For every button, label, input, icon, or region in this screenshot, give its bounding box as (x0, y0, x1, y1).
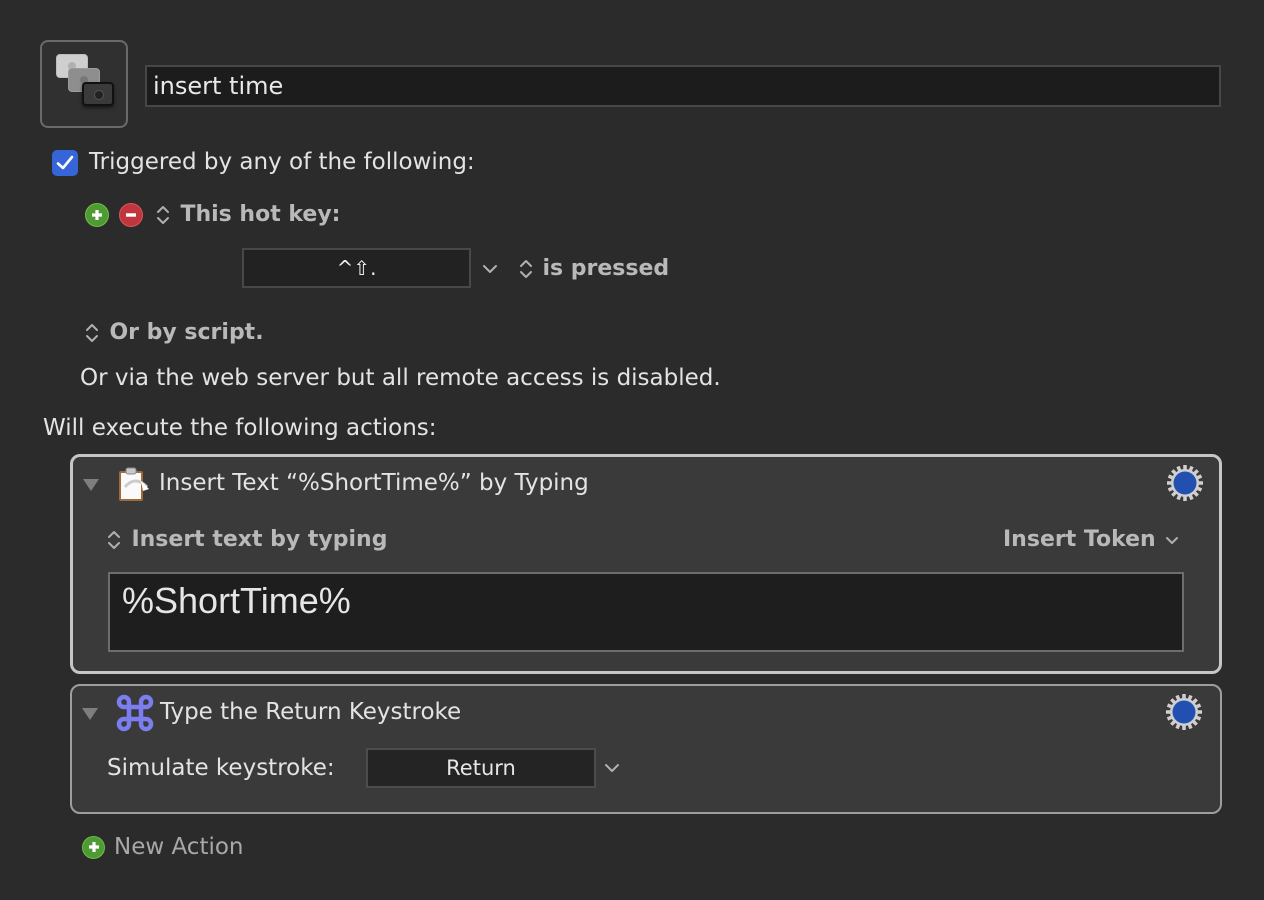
script-trigger-label: Or by script. (109, 320, 264, 345)
chevron-down-icon (483, 265, 497, 273)
action-gear-button[interactable] (1165, 463, 1205, 508)
disclosure-triangle-icon[interactable] (82, 708, 98, 720)
updown-chevron-icon (520, 259, 532, 278)
disclosure-triangle-icon[interactable] (83, 479, 99, 491)
add-trigger-button[interactable] (85, 203, 109, 227)
keystroke-dropdown-button[interactable] (604, 761, 620, 779)
remove-trigger-button[interactable] (119, 203, 143, 227)
action-gear-button[interactable] (1164, 692, 1204, 737)
trigger-type-label: This hot key: (180, 202, 341, 227)
action-title: Type the Return Keystroke (160, 699, 462, 725)
new-action-button[interactable]: New Action (82, 834, 244, 860)
hotkey-condition-label: is pressed (542, 256, 670, 281)
updown-chevron-icon (157, 205, 169, 224)
gear-icon (1167, 465, 1203, 501)
web-server-note: Or via the web server but all remote acc… (80, 365, 721, 391)
insert-mode-label: Insert text by typing (131, 527, 388, 552)
insert-text-area[interactable]: %ShortTime% (108, 572, 1184, 652)
chevron-down-icon (605, 764, 619, 772)
clipboard-insert-icon (117, 467, 157, 503)
action-type-keystroke[interactable]: Type the Return Keystroke Simulate keyst… (70, 684, 1222, 814)
chevron-down-icon (1166, 536, 1179, 544)
plus-circle-icon (82, 835, 105, 859)
stack-card-front (82, 82, 114, 106)
trigger-type-popup[interactable]: This hot key: (156, 202, 340, 227)
simulate-keystroke-label: Simulate keystroke: (107, 755, 335, 781)
insert-token-menu[interactable]: Insert Token (1003, 527, 1180, 552)
hotkey-dropdown-button[interactable] (482, 262, 498, 280)
triggered-heading: Triggered by any of the following: (89, 149, 475, 175)
hotkey-field[interactable]: ^⇧. (242, 248, 471, 288)
command-key-icon (116, 694, 154, 732)
hotkey-condition-popup[interactable]: is pressed (519, 256, 669, 281)
plus-circle-icon (92, 210, 102, 220)
script-trigger-popup[interactable]: Or by script. (85, 320, 264, 345)
triggered-checkbox[interactable] (52, 150, 78, 176)
actions-heading: Will execute the following actions: (43, 415, 437, 441)
insert-mode-popup[interactable]: Insert text by typing (107, 527, 387, 552)
updown-chevron-icon (86, 323, 98, 342)
checkmark-icon (56, 155, 74, 170)
minus-circle-icon (126, 213, 136, 217)
macro-icon-well[interactable] (40, 40, 128, 128)
gear-icon (1166, 694, 1202, 730)
insert-token-label: Insert Token (1003, 527, 1156, 552)
new-action-label: New Action (114, 834, 244, 860)
action-title: Insert Text “%ShortTime%” by Typing (159, 470, 589, 496)
keystroke-field[interactable]: Return (366, 748, 596, 788)
macro-name-input[interactable]: insert time (145, 65, 1221, 107)
updown-chevron-icon (108, 530, 120, 549)
